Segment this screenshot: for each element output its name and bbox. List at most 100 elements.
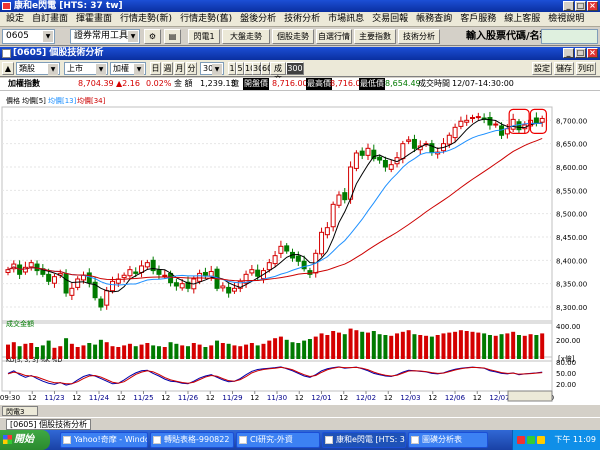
symbol-input[interactable] xyxy=(541,29,598,44)
start-button[interactable]: 開始 xyxy=(0,430,50,450)
type-select[interactable]: 類股 ▼ xyxy=(16,62,60,75)
menu-item-2[interactable]: 揮霍畫面 xyxy=(72,12,116,26)
candle-body xyxy=(255,269,261,277)
interval-button-0[interactable]: 1 xyxy=(228,62,236,75)
minute-select[interactable]: 30 ▼ xyxy=(200,62,224,75)
interval-button-1[interactable]: 5 xyxy=(236,62,244,75)
tab-flash[interactable]: 閃電3 xyxy=(2,406,38,416)
volume-bar xyxy=(458,330,463,359)
candle-body xyxy=(371,149,377,160)
close-button[interactable]: × xyxy=(587,1,598,11)
volume-bar xyxy=(499,334,504,359)
volume-bar xyxy=(168,342,173,359)
quote-info-bar: 加權指數 8,704.39 ▲2.16 0.02% 金 額 1,239.13 億… xyxy=(0,78,600,90)
volume-bar xyxy=(435,335,440,359)
window-maximize-button[interactable]: □ xyxy=(575,48,586,58)
control-button-0[interactable]: 設定 xyxy=(532,62,552,75)
time-label: 成交時間 xyxy=(418,79,450,88)
maximize-button[interactable]: □ xyxy=(575,1,586,11)
candle-body xyxy=(365,147,371,156)
task-hts[interactable]: 康和e閃電 [HTS: 37... xyxy=(322,432,406,448)
menu-item-11[interactable]: 線上客服 xyxy=(500,12,544,26)
scrollbar xyxy=(507,390,553,402)
interval-button-4[interactable]: 60 xyxy=(261,62,272,75)
menu-item-3[interactable]: 行情走勢(新) xyxy=(116,12,176,26)
control-button-1[interactable]: 儲存 xyxy=(554,62,574,75)
low-label: 最低價 xyxy=(359,78,385,90)
period-button-0[interactable]: 日 xyxy=(150,62,161,75)
candle-body xyxy=(284,245,290,252)
tool-select[interactable]: 證券常用工具 ▼ xyxy=(70,29,140,44)
candle-body xyxy=(46,273,52,282)
candle-body xyxy=(388,164,394,170)
control-button-2[interactable]: 列印 xyxy=(576,62,596,75)
window-minimize-button[interactable]: _ xyxy=(563,48,574,58)
toolbar-button-5[interactable]: 技術分析 xyxy=(398,29,440,44)
period-button-3[interactable]: 分 xyxy=(186,62,197,75)
period-button-1[interactable]: 週 xyxy=(162,62,173,75)
period-button-2[interactable]: 月 xyxy=(174,62,185,75)
tab-technical-analysis[interactable]: [0605] 個股技術分析 xyxy=(6,419,92,430)
interval-button-3[interactable]: 30 xyxy=(252,62,263,75)
app-icon xyxy=(325,436,333,444)
menu-item-7[interactable]: 市場訊息 xyxy=(324,12,368,26)
tick-button[interactable]: 成交 xyxy=(270,62,286,84)
nav-icon[interactable]: ▲ xyxy=(2,62,14,75)
volume-bar xyxy=(104,342,109,359)
volume-bar xyxy=(511,331,516,359)
menu-item-9[interactable]: 帳務查詢 xyxy=(412,12,456,26)
technical-chart[interactable]: 8,300.00 8,350.00 8,400.00 8,450.00 8,500.00… xyxy=(0,91,600,406)
menu-item-6[interactable]: 技術分析 xyxy=(280,12,324,26)
market-select[interactable]: 上市 ▼ xyxy=(64,62,108,75)
settings-icon[interactable]: ⚙ xyxy=(144,29,161,44)
toolbar-button-1[interactable]: 大盤走勢 xyxy=(222,29,270,44)
volume-bar xyxy=(424,335,429,359)
volume-bar xyxy=(261,343,266,359)
network-icon[interactable] xyxy=(517,436,525,444)
volume-bar xyxy=(220,343,225,359)
volume-bar xyxy=(203,347,208,359)
candle-body xyxy=(487,117,493,126)
candle-body xyxy=(104,290,110,306)
task-excel[interactable]: 轉貼表格-990822 xyxy=(150,432,234,448)
chart-area[interactable]: 8,300.00 8,350.00 8,400.00 8,450.00 8,500.00… xyxy=(0,90,600,405)
menu-item-8[interactable]: 交易回報 xyxy=(368,12,412,26)
volume-bar xyxy=(139,344,144,359)
code-select[interactable]: 0605 ▼ xyxy=(2,29,55,44)
volume-bar xyxy=(255,345,260,359)
toolbar-button-0[interactable]: 閃電1 xyxy=(188,29,220,44)
candle-body xyxy=(231,287,237,292)
menu-item-5[interactable]: 盤後分析 xyxy=(236,12,280,26)
x-tick-label: 12/01 xyxy=(311,394,331,402)
candle-body xyxy=(493,123,499,126)
menu-item-1[interactable]: 自訂畫面 xyxy=(28,12,72,26)
volume-bar xyxy=(133,346,138,359)
menu-item-0[interactable]: 設定 xyxy=(2,12,28,26)
chart-icon[interactable]: ▤ xyxy=(164,29,181,44)
tab-bar-lower: 閃電3 xyxy=(0,406,600,417)
task-yahoo[interactable]: Yahoo!奇摩 - Windo... xyxy=(60,432,148,448)
volume-bar xyxy=(493,335,498,359)
menu-item-12[interactable]: 檢視說明 xyxy=(544,12,588,26)
item-select[interactable]: 加權 ▼ xyxy=(110,62,146,75)
candle-body xyxy=(162,274,168,277)
candle-body xyxy=(127,269,133,277)
volume-bar xyxy=(93,344,98,359)
volume-bar xyxy=(284,339,289,359)
volume-bar xyxy=(127,343,132,359)
task-chart[interactable]: 圖磺分析表 xyxy=(408,432,488,448)
x-tick-label: 12 xyxy=(295,394,304,402)
window-close-button[interactable]: × xyxy=(587,48,598,58)
volume-bar xyxy=(162,347,167,359)
count-value[interactable]: 300 xyxy=(286,62,304,75)
task-research[interactable]: CI研究-外資 xyxy=(236,432,320,448)
antivirus-icon[interactable] xyxy=(527,436,535,444)
toolbar-button-2[interactable]: 個股走勢 xyxy=(272,29,314,44)
toolbar-button-3[interactable]: 自選行情 xyxy=(316,29,352,44)
browser-icon xyxy=(63,436,71,444)
toolbar-button-4[interactable]: 主要指數 xyxy=(354,29,396,44)
menu-item-10[interactable]: 客戶服務 xyxy=(456,12,500,26)
volume-icon[interactable] xyxy=(537,436,545,444)
menu-item-4[interactable]: 行情走勢(舊) xyxy=(176,12,236,26)
minimize-button[interactable]: _ xyxy=(563,1,574,11)
